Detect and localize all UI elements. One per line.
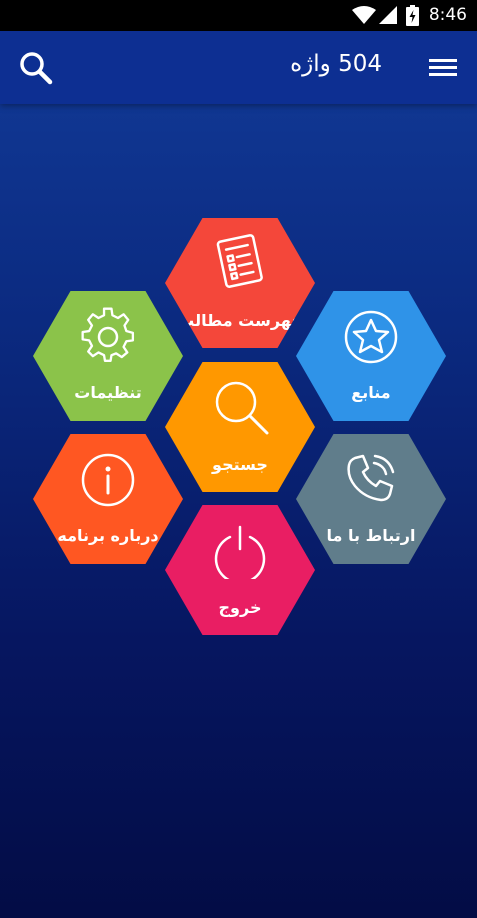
signal-icon bbox=[379, 6, 397, 24]
wifi-icon bbox=[352, 6, 376, 24]
contact-label: ارتباط با ما bbox=[326, 526, 416, 545]
search-icon[interactable] bbox=[18, 50, 54, 86]
magnifier-icon bbox=[215, 381, 269, 435]
status-bar: 8:46 bbox=[0, 0, 477, 31]
info-circle-icon bbox=[81, 453, 135, 507]
page-title: 504 واژه bbox=[290, 51, 382, 77]
power-icon bbox=[214, 525, 266, 579]
list-document-icon bbox=[216, 234, 263, 288]
search-label: جستجو bbox=[212, 455, 268, 474]
contact-tile[interactable]: ارتباط با ما bbox=[296, 434, 446, 564]
star-circle-icon bbox=[344, 310, 398, 364]
exit-label: خروج bbox=[218, 598, 262, 617]
settings-label: تنظیمات bbox=[74, 383, 142, 402]
hamburger-menu-icon[interactable] bbox=[429, 54, 457, 80]
phone-call-icon bbox=[347, 454, 395, 502]
resources-tile[interactable]: منابع bbox=[296, 291, 446, 421]
resources-label: منابع bbox=[351, 383, 391, 402]
exit-tile[interactable]: خروج bbox=[165, 505, 315, 635]
battery-icon bbox=[406, 5, 419, 26]
search-tile[interactable]: جستجو bbox=[165, 362, 315, 492]
table-of-contents-label: فهرست مطالب bbox=[178, 311, 302, 330]
about-label: درباره برنامه bbox=[57, 526, 159, 545]
settings-tile[interactable]: تنظیمات bbox=[33, 291, 183, 421]
table-of-contents-tile[interactable]: فهرست مطالب bbox=[165, 218, 315, 348]
clock: 8:46 bbox=[428, 5, 467, 25]
about-tile[interactable]: درباره برنامه bbox=[33, 434, 183, 564]
app-bar: 504 واژه bbox=[0, 31, 477, 104]
gear-icon bbox=[81, 307, 135, 362]
